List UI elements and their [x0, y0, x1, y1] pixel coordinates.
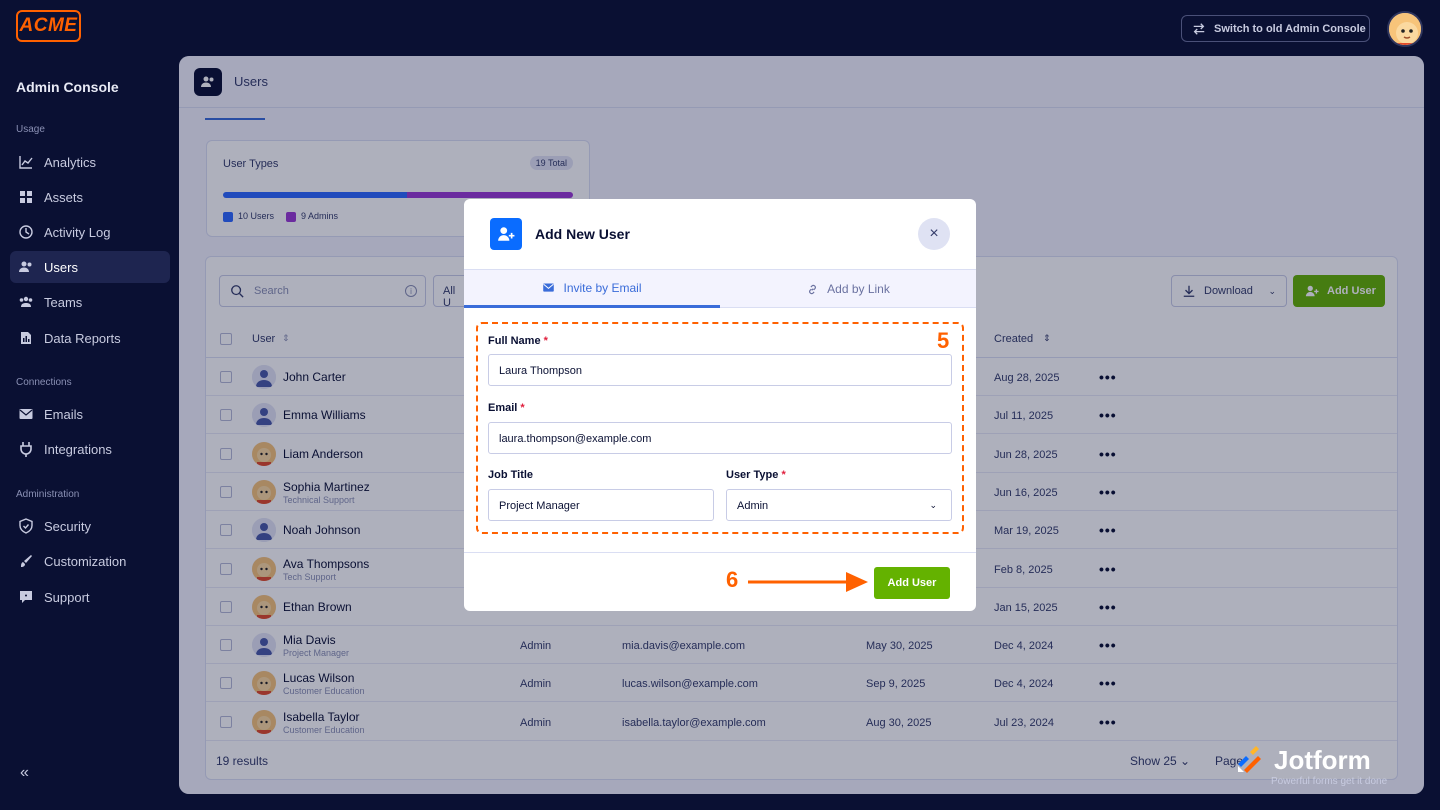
brush-icon — [21, 555, 32, 567]
jotform-tagline: Powerful forms get it done — [1271, 776, 1388, 787]
mail-icon — [19, 409, 33, 419]
step-marker-6: 6 — [726, 567, 739, 592]
plug-icon — [20, 442, 32, 457]
jotform-watermark: Jotform — [1234, 744, 1371, 776]
grid-icon — [20, 191, 32, 203]
full-name-field[interactable]: Laura Thompson — [488, 354, 952, 386]
sidebar-item-label: Security — [44, 518, 91, 534]
sidebar-item-activity-log[interactable]: Activity Log — [10, 216, 170, 248]
sidebar-item-emails[interactable]: Emails — [10, 398, 170, 430]
switch-icon — [1193, 22, 1205, 35]
tab-label: Add by Link — [827, 282, 890, 296]
team-icon — [19, 296, 33, 307]
modal-footer: 6 Add User — [464, 552, 976, 611]
user-type-select[interactable]: Admin ⌄ — [726, 489, 952, 521]
mail-icon — [543, 283, 555, 292]
sidebar-item-security[interactable]: Security — [10, 510, 170, 542]
sidebar-item-users[interactable]: Users — [10, 251, 170, 283]
switch-admin-console-label: Switch to old Admin Console — [1214, 22, 1366, 35]
acme-logo[interactable]: ACME — [16, 10, 81, 42]
email-label: Email * — [488, 402, 525, 414]
jotform-logo-icon — [1238, 746, 1261, 773]
sidebar-item-label: Integrations — [44, 441, 112, 457]
modal-form: 5 Full Name * Laura Thompson Email * lau… — [464, 308, 976, 552]
sidebar-item-label: Support — [44, 589, 90, 605]
sidebar-item-analytics[interactable]: Analytics — [10, 146, 170, 178]
sidebar-item-data-reports[interactable]: Data Reports — [10, 322, 170, 354]
link-icon — [809, 284, 817, 294]
jotform-brand: Jotform — [1274, 744, 1371, 775]
modal-title: Add New User — [535, 226, 630, 242]
sidebar-item-label: Customization — [44, 553, 127, 569]
close-button[interactable]: × — [918, 218, 950, 250]
collapse-sidebar-button[interactable]: « — [20, 764, 29, 782]
full-name-label: Full Name * — [488, 335, 548, 347]
shield-icon — [19, 518, 33, 534]
close-icon: × — [929, 225, 939, 242]
section-usage: Usage — [16, 124, 45, 135]
sidebar-item-label: Users — [44, 259, 78, 275]
tab-label: Invite by Email — [563, 280, 642, 295]
tab-invite-by-email[interactable]: Invite by Email — [464, 270, 720, 308]
sidebar-item-label: Emails — [44, 406, 84, 422]
sidebar-item-label: Analytics — [44, 154, 97, 170]
email-field[interactable]: laura.thompson@example.com — [488, 422, 952, 454]
job-title-label: Job Title — [488, 469, 534, 481]
user-type-value: Admin — [737, 500, 769, 512]
step-marker-5: 5 — [937, 328, 950, 353]
profile-avatar[interactable] — [1387, 11, 1423, 47]
switch-admin-console-button[interactable]: Switch to old Admin Console — [1181, 15, 1370, 42]
chevron-down-icon: ⌄ — [929, 500, 937, 510]
sidebar-item-label: Teams — [44, 294, 83, 310]
sidebar-item-label: Assets — [44, 189, 84, 205]
add-user-submit-button[interactable]: Add User — [874, 567, 950, 599]
clock-icon — [19, 225, 33, 239]
tab-add-by-link[interactable]: Add by Link — [720, 270, 976, 308]
user-type-label: User Type * — [726, 469, 786, 481]
users-icon — [19, 261, 32, 272]
sidebar-item-integrations[interactable]: Integrations — [10, 433, 170, 465]
arrow-icon — [748, 572, 868, 592]
report-icon — [21, 332, 31, 344]
chat-icon — [20, 591, 32, 603]
sidebar-item-customization[interactable]: Customization — [10, 545, 170, 577]
job-title-field[interactable]: Project Manager — [488, 489, 714, 521]
modal-header: Add New User × — [464, 199, 976, 270]
sidebar-item-assets[interactable]: Assets — [10, 181, 170, 213]
sidebar-item-label: Activity Log — [44, 224, 111, 240]
add-user-modal: Add New User × Invite by Email Add by Li… — [464, 199, 976, 611]
sidebar-title: Admin Console — [16, 79, 119, 95]
sidebar-item-support[interactable]: Support — [10, 581, 170, 613]
chart-icon — [19, 156, 33, 169]
section-connections: Connections — [16, 377, 72, 388]
add-user-icon — [490, 218, 522, 250]
section-administration: Administration — [16, 489, 80, 500]
sidebar-item-teams[interactable]: Teams — [10, 286, 170, 318]
sidebar-item-label: Data Reports — [44, 330, 121, 346]
modal-tabs: Invite by Email Add by Link — [464, 270, 976, 308]
